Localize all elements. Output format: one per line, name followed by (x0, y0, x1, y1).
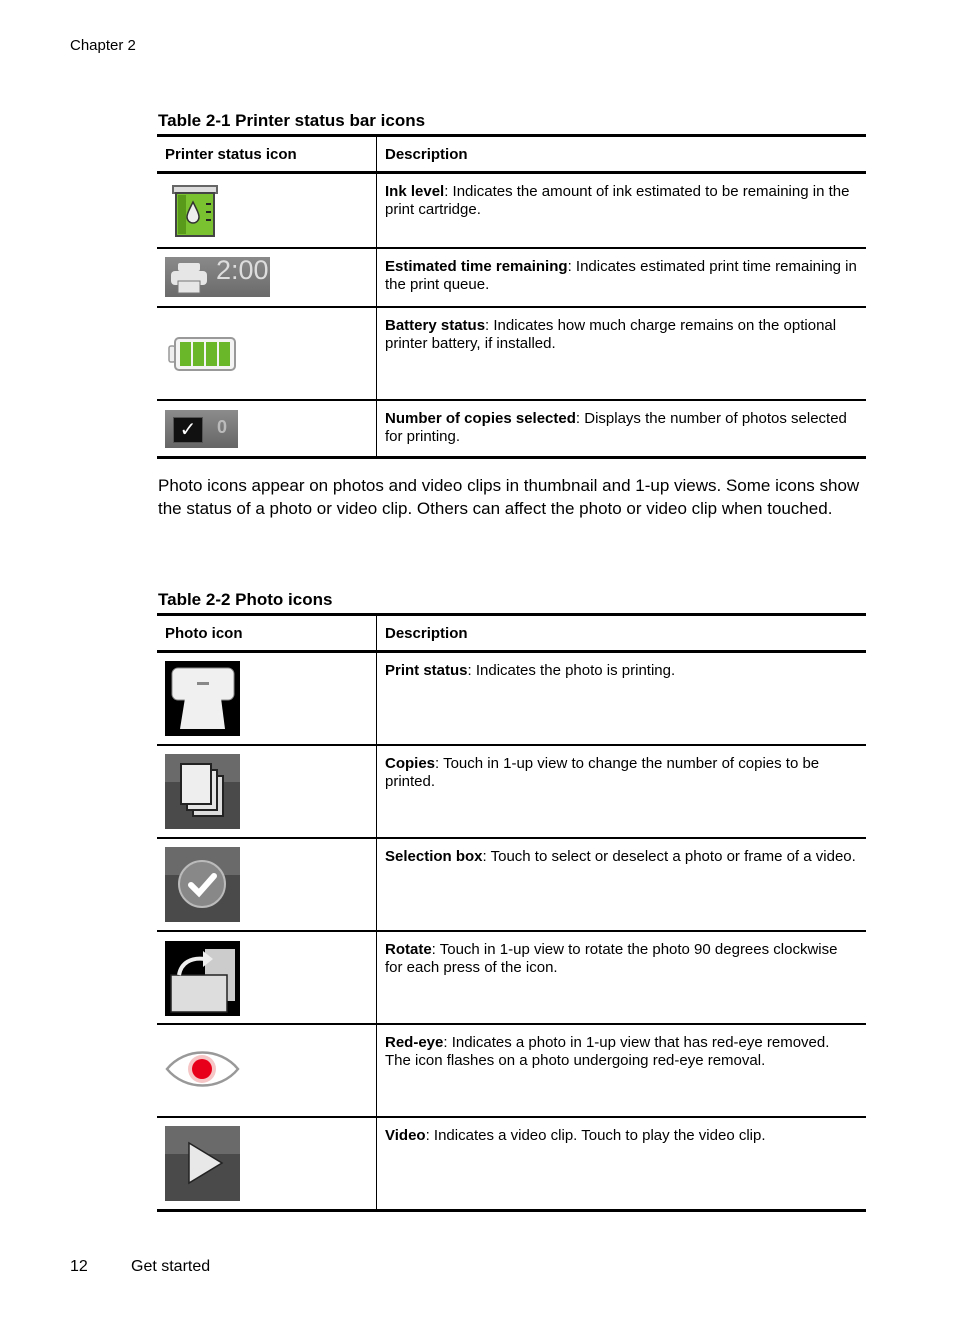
column-header: Printer status icon (157, 134, 377, 174)
description: : Touch in 1-up view to rotate the photo… (385, 940, 838, 976)
printer-glyph-icon (171, 262, 207, 293)
copies-icon (165, 753, 240, 829)
table-row: Red-eye: Indicates a photo in 1-up view … (157, 1023, 866, 1118)
term: Estimated time remaining (385, 257, 568, 275)
term: Number of copies selected (385, 409, 576, 427)
table-row: Copies: Touch in 1-up view to change the… (157, 744, 866, 839)
column-header: Description (376, 613, 866, 653)
red-eye-icon (165, 1050, 240, 1087)
term: Video (385, 1126, 426, 1144)
table-row: Battery status: Indicates how much charg… (157, 306, 866, 401)
print-status-icon (165, 661, 240, 736)
footer-section: Get started (131, 1258, 211, 1275)
photo-icons-table: Photo icon Description Print status: Ind… (157, 613, 866, 1212)
description: : Indicates a photo in 1-up view that ha… (385, 1033, 830, 1069)
table-header-row: Printer status icon Description (157, 134, 866, 174)
copies-selected-icon: ✓ 0 (165, 409, 238, 448)
term: Print status (385, 662, 468, 679)
copies-count: 0 (217, 416, 228, 437)
term: Ink level (385, 183, 445, 200)
column-header: Photo icon (157, 613, 377, 653)
running-head: Chapter 2 (70, 37, 136, 54)
battery-icon (168, 336, 236, 371)
term: Selection box (385, 847, 483, 865)
table2-caption: Table 2-2 Photo icons (158, 590, 333, 609)
rotate-icon (165, 940, 240, 1016)
table1-caption: Table 2-1 Printer status bar icons (158, 111, 426, 130)
table-row: Selection box: Touch to select or desele… (157, 837, 866, 932)
table-row: Rotate: Touch in 1-up view to rotate the… (157, 930, 866, 1025)
table-row: Ink level: Indicates the amount of ink e… (157, 172, 866, 249)
video-icon (165, 1125, 240, 1201)
time-remaining-icon: 2:00 (165, 254, 270, 297)
time-remaining-value: 2:00 (216, 254, 269, 285)
term: Copies (385, 754, 436, 772)
column-header: Description (376, 134, 866, 174)
ink-level-icon (172, 185, 218, 237)
table-row: ✓ 0 Number of copies selected: Displays … (157, 399, 866, 459)
description: : Indicates the photo is printing. (467, 662, 676, 679)
description: : Indicates a video clip. Touch to play … (425, 1126, 766, 1144)
printer-status-table: Printer status icon Description Ink leve… (157, 134, 866, 459)
table-header-row: Photo icon Description (157, 613, 866, 653)
term: Battery status (385, 316, 486, 334)
table-row: 2:00 Estimated time remaining: Indicates… (157, 247, 866, 308)
term: Red-eye (385, 1033, 444, 1051)
table-row: Video: Indicates a video clip. Touch to … (157, 1116, 866, 1212)
intro-paragraph: Photo icons appear on photos and video c… (158, 476, 860, 518)
description: : Indicates the amount of ink estimated … (385, 183, 850, 218)
term: Rotate (385, 940, 432, 958)
selection-box-icon (165, 846, 240, 922)
description: : Touch in 1-up view to change the numbe… (385, 754, 820, 790)
page-number: 12 (70, 1258, 88, 1275)
table-row: Print status: Indicates the photo is pri… (157, 651, 866, 746)
checkbox-icon: ✓ (173, 416, 203, 443)
description: : Touch to select or deselect a photo or… (482, 847, 856, 865)
